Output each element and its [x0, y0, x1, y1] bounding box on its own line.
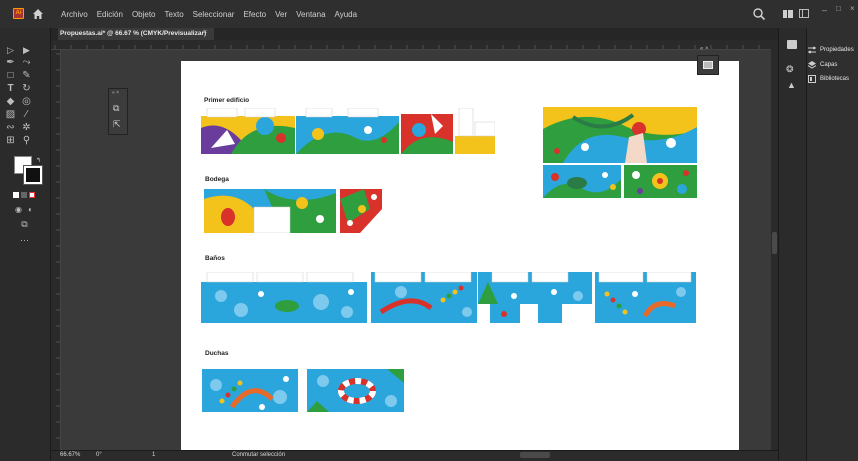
section-label-primer-edificio: Primer edificio: [204, 97, 250, 104]
section-label-banos: Baños: [205, 255, 225, 262]
curvature-tool-icon[interactable]: ⤳: [20, 57, 33, 69]
artwork-banos-3[interactable]: [478, 272, 592, 323]
pencil-tool-icon[interactable]: ✎: [20, 70, 33, 82]
artwork-duchas-2[interactable]: [307, 369, 404, 412]
screen-mode-icon[interactable]: ⧉: [18, 218, 31, 230]
minimize-window-icon[interactable]: –: [822, 5, 830, 15]
horizontal-scroll-thumb[interactable]: [520, 452, 550, 458]
panel-label-propiedades: Propiedades: [820, 47, 854, 53]
maximize-window-icon[interactable]: □: [836, 4, 844, 13]
panel-capas[interactable]: Capas: [808, 59, 837, 71]
artwork-duchas-1[interactable]: [202, 369, 298, 412]
shape-builder-tool-icon[interactable]: ◎: [20, 96, 33, 108]
right-panel: [806, 28, 858, 461]
artwork-bodega-2[interactable]: [340, 189, 382, 233]
zoom-level[interactable]: 66.67%: [60, 452, 100, 460]
pen-tool-icon[interactable]: ✒: [4, 57, 17, 69]
artwork-primer-edificio-2[interactable]: [296, 108, 399, 154]
mini-panel-header[interactable]: « ×: [700, 46, 720, 54]
zoom-tool-icon[interactable]: ⚲: [20, 135, 33, 147]
panel-propiedades[interactable]: Propiedades: [808, 44, 854, 56]
search-icon[interactable]: [752, 7, 766, 21]
artwork-banos-2[interactable]: [371, 272, 477, 323]
eyedropper-tool-icon[interactable]: ⁄: [20, 109, 33, 121]
blend-tool-icon[interactable]: ∾: [4, 122, 17, 134]
panel-bibliotecas[interactable]: Bibliotecas: [808, 73, 849, 85]
close-tab-icon[interactable]: ×: [203, 29, 211, 39]
artboards-icon[interactable]: ⧉: [113, 103, 123, 113]
rotate-tool-icon[interactable]: ↻: [20, 83, 33, 95]
section-label-bodega: Bodega: [205, 176, 229, 183]
library-icon: [808, 75, 816, 83]
navigator-icon[interactable]: ▲: [787, 80, 797, 90]
comments-icon[interactable]: [787, 40, 797, 49]
gradient-tool-icon[interactable]: ▨: [4, 109, 17, 121]
paint-bucket-tool-icon[interactable]: ◆: [4, 96, 17, 108]
artwork-banos-4[interactable]: [595, 272, 696, 323]
gradient-mode-icon[interactable]: [21, 192, 27, 198]
menu-objeto[interactable]: Objeto: [132, 10, 156, 19]
panel-label-bibliotecas: Bibliotecas: [820, 76, 850, 82]
artboard-tool-icon[interactable]: ⊞: [4, 135, 17, 147]
mini-panel: [697, 55, 719, 75]
direct-selection-tool-icon[interactable]: ▶: [20, 44, 33, 56]
panel-dock: ❂ ▲: [778, 28, 806, 461]
main-menu: Archivo Edición Objeto Texto Seleccionar…: [61, 0, 357, 28]
home-icon[interactable]: [31, 7, 45, 21]
artboard-number[interactable]: 1: [152, 452, 166, 460]
panel-collapse-icon[interactable]: « ×: [112, 90, 126, 96]
symbol-sprayer-tool-icon[interactable]: ✲: [20, 122, 33, 134]
panel-toggle-icon[interactable]: [703, 61, 713, 69]
artwork-primer-edificio-bottom-1[interactable]: [543, 165, 621, 198]
section-label-duchas: Duchas: [205, 350, 229, 357]
artwork-primer-edificio-bottom-2[interactable]: [624, 165, 697, 198]
vertical-ruler[interactable]: [51, 50, 61, 450]
layers-icon: [808, 61, 816, 69]
menu-ver[interactable]: Ver: [275, 10, 287, 19]
close-window-icon[interactable]: ×: [850, 4, 858, 13]
artwork-bodega-1[interactable]: [204, 189, 336, 233]
artwork-primer-edificio-3[interactable]: [401, 108, 495, 154]
artwork-primer-edificio-main[interactable]: [543, 107, 697, 163]
rectangle-tool-icon[interactable]: □: [4, 70, 17, 82]
menu-texto[interactable]: Texto: [165, 10, 184, 19]
horizontal-ruler[interactable]: [51, 40, 778, 50]
stroke-color-swatch[interactable]: [23, 165, 43, 185]
menu-efecto[interactable]: Efecto: [243, 10, 266, 19]
none-mode-icon[interactable]: [29, 192, 35, 198]
artwork-primer-edificio-1[interactable]: [201, 108, 295, 154]
more-tools-icon[interactable]: ···: [18, 234, 31, 246]
app-logo[interactable]: Ai: [13, 8, 24, 19]
workspace-grid-icon[interactable]: [783, 10, 793, 18]
floating-tool-panel: « × ⧉ ⇱: [108, 88, 128, 135]
color-mode-icon[interactable]: [13, 192, 19, 198]
menu-ventana[interactable]: Ventana: [296, 10, 325, 19]
menu-edicion[interactable]: Edición: [97, 10, 123, 19]
swap-colors-icon[interactable]: ↰: [36, 157, 42, 164]
tools-panel: ▷ ▶ ✒ ⤳ □ ✎ T ↻ ◆ ◎ ▨ ⁄ ∾ ✲ ⊞ ⚲ ↰ ◉ ◐ ⧉ …: [0, 28, 51, 461]
artwork-banos-1[interactable]: [201, 272, 367, 323]
menu-seleccionar[interactable]: Seleccionar: [193, 10, 235, 19]
draw-inside-icon[interactable]: ◐: [24, 204, 37, 216]
rotation-angle[interactable]: 0°: [96, 452, 118, 460]
color-guide-icon[interactable]: ❂: [786, 64, 798, 74]
sliders-icon: [808, 46, 816, 54]
vertical-scroll-thumb[interactable]: [772, 232, 777, 254]
type-tool-icon[interactable]: T: [4, 83, 17, 95]
panel-label-capas: Capas: [820, 62, 838, 68]
toggle-selection-status[interactable]: Conmutar selección: [232, 452, 302, 460]
document-tab[interactable]: Propuestas.ai* @ 66.67 % (CMYK/Previsual…: [58, 28, 214, 40]
menu-ayuda[interactable]: Ayuda: [335, 10, 358, 19]
export-icon[interactable]: ⇱: [113, 119, 123, 129]
selection-tool-icon[interactable]: ▷: [4, 44, 17, 56]
arrange-documents-icon[interactable]: [799, 9, 809, 18]
menu-archivo[interactable]: Archivo: [61, 10, 88, 19]
